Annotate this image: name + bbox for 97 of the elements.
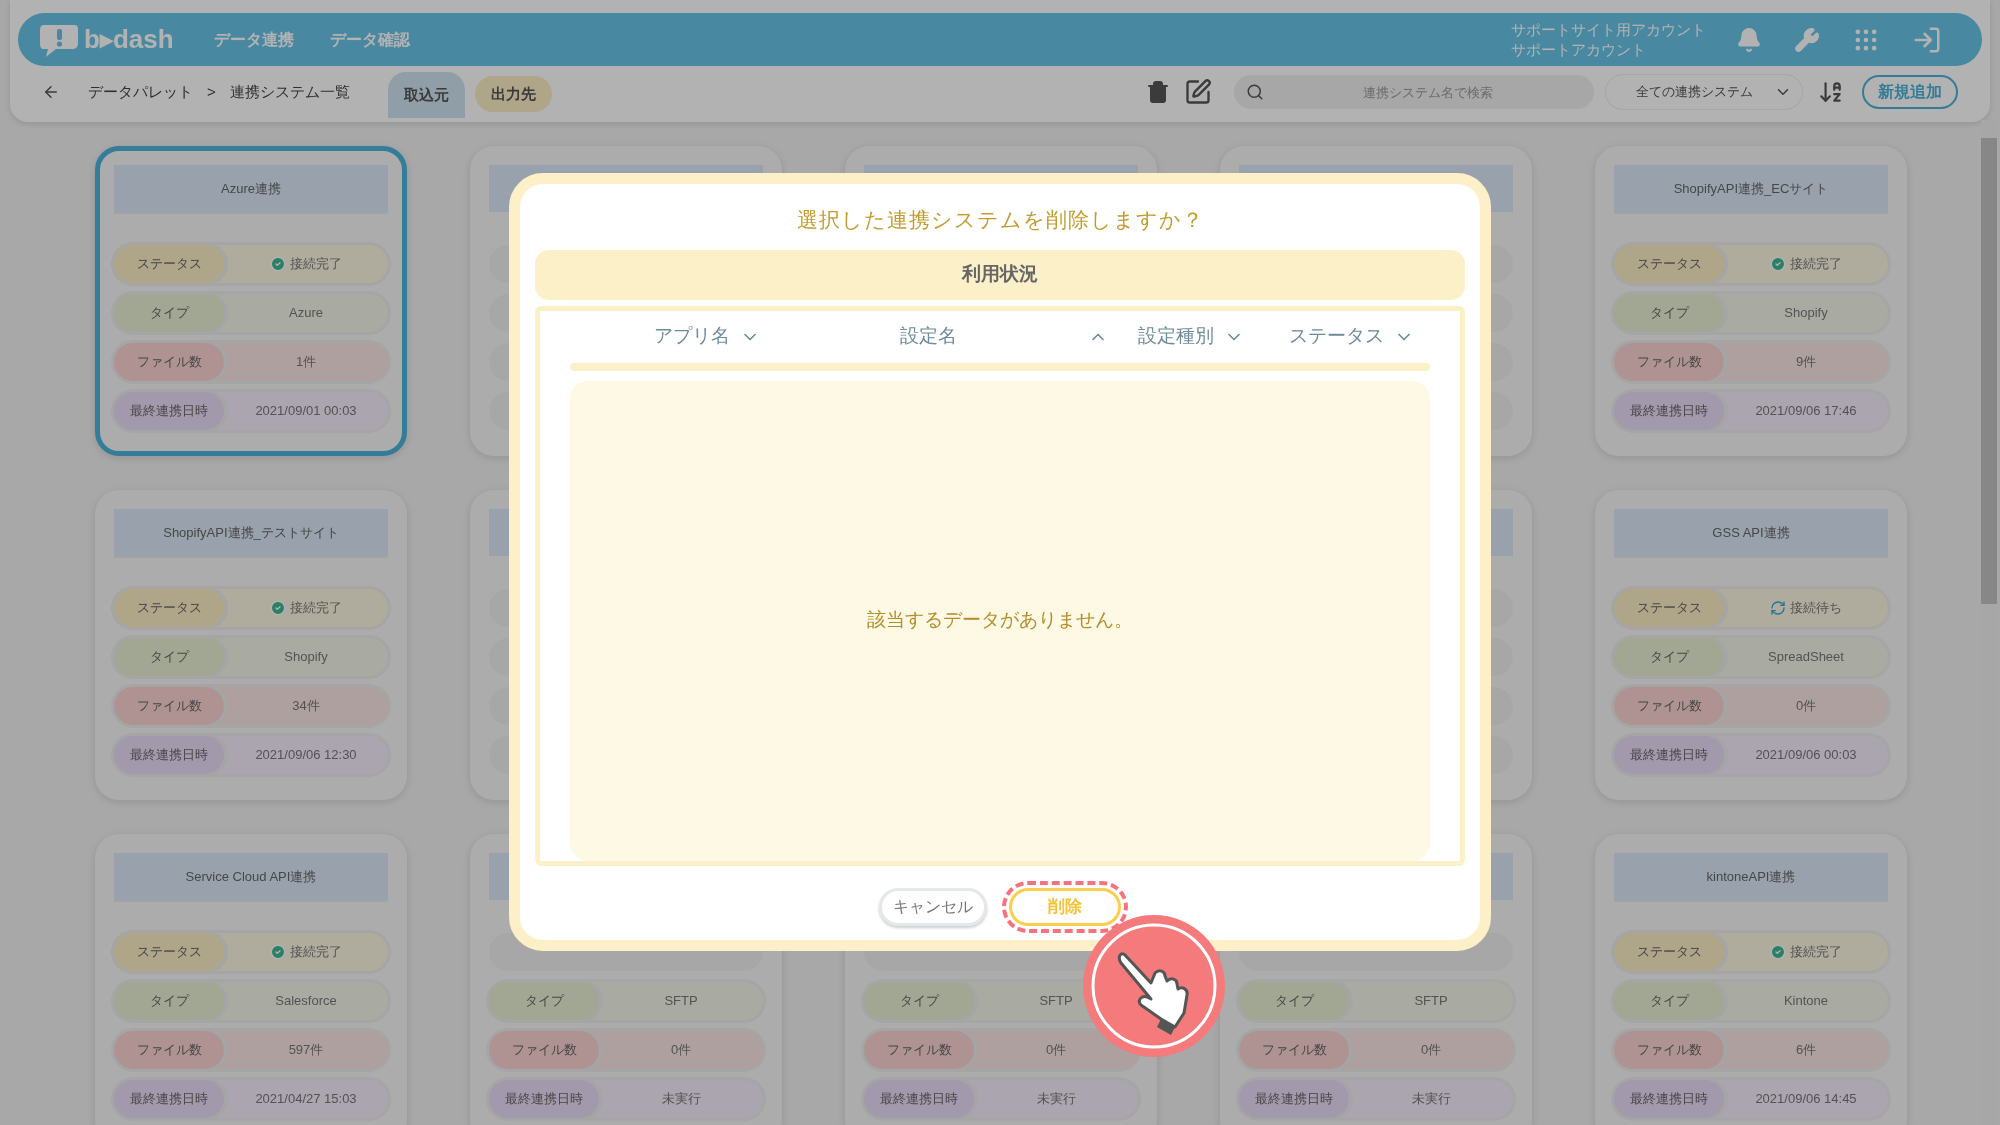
field-value: 未実行 [1035, 1090, 1077, 1109]
field-value: Salesforce [274, 992, 338, 1011]
card-title: kintoneAPI連携 [1614, 853, 1888, 900]
field-label: 最終連携日時 [1614, 736, 1724, 774]
field-label: ファイル数 [114, 343, 224, 381]
field-label: ファイル数 [864, 1031, 974, 1069]
tab[interactable]: 出力先 [474, 76, 552, 112]
field-label: タイプ [1239, 982, 1349, 1020]
field-label: タイプ [1614, 294, 1724, 332]
field-label: 最終連携日時 [1239, 1080, 1349, 1118]
system-filter-dropdown[interactable]: 全ての連携システム [1606, 75, 1802, 109]
field-label: ファイル数 [114, 1031, 224, 1069]
field-label: ファイル数 [489, 1031, 599, 1069]
field-label: 最終連携日時 [1614, 1080, 1724, 1118]
field-value: 未実行 [660, 1090, 702, 1109]
field-label: ステータス [1614, 245, 1724, 283]
field-label: タイプ [1614, 982, 1724, 1020]
field-label: タイプ [1614, 638, 1724, 676]
field-label: タイプ [114, 982, 224, 1020]
field-value: 接続完了 [224, 942, 388, 962]
field-label: ステータス [1614, 589, 1724, 627]
field-value: Shopify [283, 648, 329, 667]
field-label: タイプ [114, 294, 224, 332]
field-value: 接続完了 [1724, 254, 1888, 274]
breadcrumb-item: > [207, 81, 216, 102]
notification-bell-icon[interactable] [1736, 26, 1762, 53]
field-value: 2021/04/27 15:03 [254, 1090, 358, 1109]
field-value: 0件 [1044, 1041, 1068, 1060]
field-value: 0件 [1419, 1041, 1443, 1060]
field-value: Shopify [1783, 304, 1829, 323]
column-header[interactable]: アプリ名 [570, 322, 844, 351]
field-label: 最終連携日時 [1614, 392, 1724, 430]
empty-message: 該当するデータがありません。 [867, 608, 1133, 633]
search-icon [1246, 83, 1264, 101]
field-label: タイプ [489, 982, 599, 1020]
field-label: ファイル数 [114, 687, 224, 725]
tab[interactable]: 取込元 [387, 72, 465, 118]
field-label: タイプ [114, 638, 224, 676]
field-value: 2021/09/06 17:46 [1754, 402, 1858, 421]
card-title: ShopifyAPI連携_テストサイト [114, 509, 388, 556]
trash-icon[interactable] [1146, 80, 1170, 104]
field-label: 最終連携日時 [489, 1080, 599, 1118]
field-label: ステータス [114, 589, 224, 627]
field-value: 未実行 [1410, 1090, 1452, 1109]
account-name: サポートサイト用アカウント [1511, 19, 1706, 40]
edit-icon[interactable] [1184, 78, 1212, 106]
field-value: SFTP [1038, 992, 1074, 1011]
field-value: 34件 [291, 697, 321, 716]
field-value: Kintone [1782, 992, 1830, 1011]
field-label: タイプ [864, 982, 974, 1020]
field-label: ファイル数 [1614, 343, 1724, 381]
field-value: 接続完了 [1724, 942, 1888, 962]
field-label: ステータス [1614, 933, 1724, 971]
logo-text: b▸dash [84, 23, 174, 56]
field-value: 9件 [1794, 353, 1818, 372]
field-value: SFTP [1413, 992, 1449, 1011]
field-label: ファイル数 [1614, 687, 1724, 725]
column-header[interactable]: ステータス [1273, 322, 1430, 351]
sort-az-icon[interactable] [1818, 79, 1844, 105]
field-label: 最終連携日時 [864, 1080, 974, 1118]
field-label: ステータス [114, 245, 224, 283]
field-value: 2021/09/06 14:45 [1754, 1090, 1858, 1109]
wrench-icon[interactable] [1794, 26, 1820, 53]
cancel-button[interactable]: キャンセル [879, 887, 987, 926]
field-value: 2021/09/06 00:03 [1754, 746, 1858, 765]
field-label: 最終連携日時 [114, 392, 224, 430]
column-header[interactable]: 設定名 [843, 322, 1109, 351]
field-label: ファイル数 [1614, 1031, 1724, 1069]
breadcrumb-item[interactable]: データパレット [88, 80, 193, 104]
field-value: SFTP [663, 992, 699, 1011]
section-header: 利用状況 [535, 249, 1465, 300]
field-value: 2021/09/01 00:03 [254, 402, 358, 421]
card-title: Service Cloud API連携 [114, 853, 388, 900]
breadcrumb-item[interactable]: 連携システム一覧 [229, 80, 350, 104]
card-title: GSS API連携 [1614, 509, 1888, 556]
field-value: 0件 [1794, 697, 1818, 716]
field-value: 2021/09/06 12:30 [254, 746, 358, 765]
card-title: Azure連携 [114, 165, 388, 212]
field-value: 597件 [287, 1041, 325, 1060]
add-new-button[interactable]: 新規追加 [1862, 75, 1958, 109]
field-value: Azure [288, 304, 324, 323]
field-value: 接続完了 [224, 598, 388, 618]
column-header[interactable]: 設定種別 [1108, 322, 1274, 351]
field-label: ステータス [114, 933, 224, 971]
field-value: 接続完了 [224, 254, 388, 274]
card-title: ShopifyAPI連携_ECサイト [1614, 165, 1888, 212]
field-label: 最終連携日時 [114, 736, 224, 774]
account-name: サポートアカウント [1511, 39, 1647, 60]
field-value: 0件 [669, 1041, 693, 1060]
field-value: SpreadSheet [1767, 648, 1845, 667]
field-label: ファイル数 [1239, 1031, 1349, 1069]
field-label: 最終連携日時 [114, 1080, 224, 1118]
dialog-title: 選択した連携システムを削除しますか？ [796, 207, 1204, 233]
field-value: 6件 [1794, 1041, 1818, 1060]
system-card[interactable]: Azure連携 ステータス 接続完了 タイプ Azure ファイル数 1件 最終連携日時 2021/09/01 00:03 [95, 146, 407, 456]
field-value: 1件 [294, 353, 318, 372]
field-value: 接続待ち [1724, 598, 1888, 618]
